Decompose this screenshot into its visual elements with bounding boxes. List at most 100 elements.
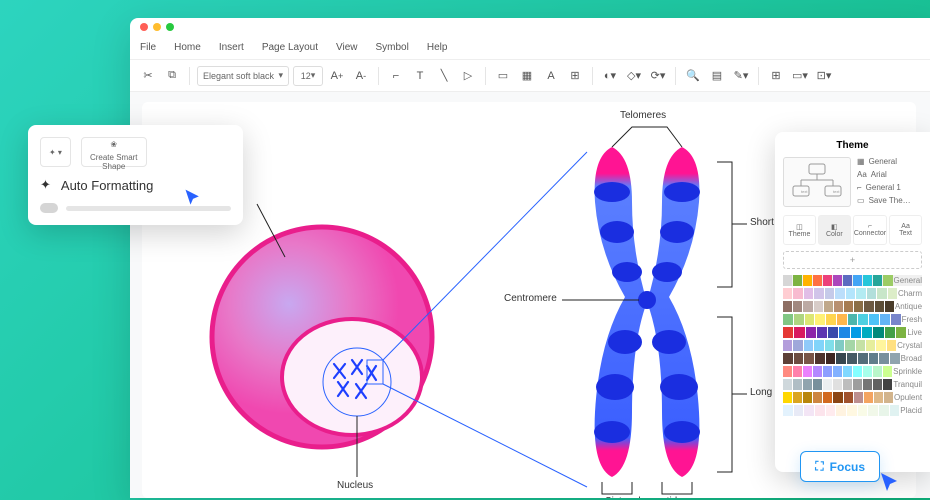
- swatch[interactable]: [783, 353, 793, 364]
- pen-icon[interactable]: ✎▾: [731, 66, 751, 86]
- line-tool-icon[interactable]: ╲: [434, 66, 454, 86]
- menu-insert[interactable]: Insert: [219, 42, 244, 53]
- swatch[interactable]: [813, 275, 822, 286]
- swatch[interactable]: [877, 288, 886, 299]
- fill-icon[interactable]: ◐▾: [600, 66, 620, 86]
- swatch[interactable]: [793, 288, 802, 299]
- add-theme-button[interactable]: +: [783, 251, 922, 269]
- swatch[interactable]: [826, 314, 836, 325]
- swatch[interactable]: [884, 392, 893, 403]
- close-window-button[interactable]: [140, 23, 148, 31]
- swatch[interactable]: [873, 366, 882, 377]
- swatch[interactable]: [868, 405, 878, 416]
- swatch[interactable]: [883, 275, 892, 286]
- swatch[interactable]: [867, 288, 876, 299]
- swatch[interactable]: [879, 405, 889, 416]
- swatch[interactable]: [834, 301, 843, 312]
- swatch[interactable]: [883, 366, 892, 377]
- swatch[interactable]: [864, 392, 873, 403]
- copy-icon[interactable]: ⧉: [162, 66, 182, 86]
- swatch[interactable]: [880, 314, 890, 325]
- swatch[interactable]: [793, 301, 802, 312]
- swatch[interactable]: [835, 340, 844, 351]
- swatch[interactable]: [825, 288, 834, 299]
- swatch[interactable]: [813, 379, 822, 390]
- swatch[interactable]: [875, 301, 884, 312]
- swatch[interactable]: [858, 314, 868, 325]
- swatch[interactable]: [853, 379, 862, 390]
- palette-placid[interactable]: Placid: [783, 405, 922, 416]
- auto-format-row[interactable]: ✦ Auto Formatting: [40, 177, 231, 193]
- swatch[interactable]: [844, 392, 853, 403]
- swatch[interactable]: [813, 392, 822, 403]
- text-tool-icon[interactable]: T: [410, 66, 430, 86]
- swatch[interactable]: [833, 275, 842, 286]
- swatch[interactable]: [883, 379, 892, 390]
- menu-help[interactable]: Help: [427, 42, 448, 53]
- swatch[interactable]: [803, 366, 812, 377]
- search-icon[interactable]: 🔍: [683, 66, 703, 86]
- swatch[interactable]: [876, 340, 885, 351]
- palette-sprinkle[interactable]: Sprinkle: [783, 366, 922, 377]
- increase-font-icon[interactable]: A+: [327, 66, 347, 86]
- swatch[interactable]: [803, 379, 812, 390]
- text-box-icon[interactable]: A: [541, 66, 561, 86]
- swatch[interactable]: [887, 340, 896, 351]
- tag-icon[interactable]: ▭▾: [790, 66, 810, 86]
- swatch[interactable]: [815, 353, 825, 364]
- swatch[interactable]: [854, 392, 863, 403]
- swatch[interactable]: [803, 275, 812, 286]
- sparkle-dropdown[interactable]: ✦ ▾: [40, 137, 71, 167]
- create-smart-shape-button[interactable]: ❀Create Smart Shape: [81, 137, 147, 167]
- swatch[interactable]: [815, 405, 825, 416]
- swatch[interactable]: [863, 379, 872, 390]
- palette-crystal[interactable]: Crystal: [783, 340, 922, 351]
- swatch[interactable]: [869, 353, 879, 364]
- swatch[interactable]: [826, 353, 836, 364]
- swatch[interactable]: [853, 275, 862, 286]
- minimize-window-button[interactable]: [153, 23, 161, 31]
- theme-opt-font[interactable]: Aa Arial: [857, 170, 922, 179]
- swatch[interactable]: [845, 340, 854, 351]
- menu-home[interactable]: Home: [174, 42, 201, 53]
- palette-general[interactable]: General: [783, 275, 922, 286]
- theme-tab-theme[interactable]: ◫Theme: [783, 215, 816, 245]
- swatch[interactable]: [803, 392, 812, 403]
- swatch[interactable]: [783, 392, 792, 403]
- theme-opt-style[interactable]: ⌐ General 1: [857, 183, 922, 192]
- focus-button[interactable]: ⛶ Focus: [800, 451, 880, 482]
- font-select[interactable]: Elegant soft black▾: [197, 66, 289, 86]
- palette-fresh[interactable]: Fresh: [783, 314, 922, 325]
- cut-icon[interactable]: ✂: [138, 66, 158, 86]
- swatch[interactable]: [873, 275, 882, 286]
- swatch[interactable]: [814, 340, 823, 351]
- swatch[interactable]: [794, 353, 804, 364]
- crop-icon[interactable]: ⟳▾: [648, 66, 668, 86]
- swatch[interactable]: [890, 353, 900, 364]
- swatch[interactable]: [794, 327, 804, 338]
- swatch[interactable]: [814, 288, 823, 299]
- swatch[interactable]: [783, 288, 792, 299]
- chart-icon[interactable]: ⊞: [565, 66, 585, 86]
- palette-broad[interactable]: Broad: [783, 353, 922, 364]
- swatch[interactable]: [804, 340, 813, 351]
- swatch[interactable]: [896, 327, 906, 338]
- shape-rect-icon[interactable]: ▭: [493, 66, 513, 86]
- theme-tab-text[interactable]: AaText: [889, 215, 922, 245]
- swatch[interactable]: [783, 340, 792, 351]
- swatch[interactable]: [836, 405, 846, 416]
- swatch[interactable]: [858, 405, 868, 416]
- decrease-font-icon[interactable]: A-: [351, 66, 371, 86]
- swatch[interactable]: [783, 275, 792, 286]
- swatch[interactable]: [837, 314, 847, 325]
- swatch[interactable]: [862, 327, 872, 338]
- swatch[interactable]: [814, 301, 823, 312]
- swatch[interactable]: [783, 405, 793, 416]
- swatch[interactable]: [813, 366, 822, 377]
- swatch[interactable]: [843, 275, 852, 286]
- swatch[interactable]: [853, 366, 862, 377]
- pointer-icon[interactable]: ▷: [458, 66, 478, 86]
- comment-icon[interactable]: ⊞: [766, 66, 786, 86]
- swatch[interactable]: [828, 327, 838, 338]
- swatch[interactable]: [824, 301, 833, 312]
